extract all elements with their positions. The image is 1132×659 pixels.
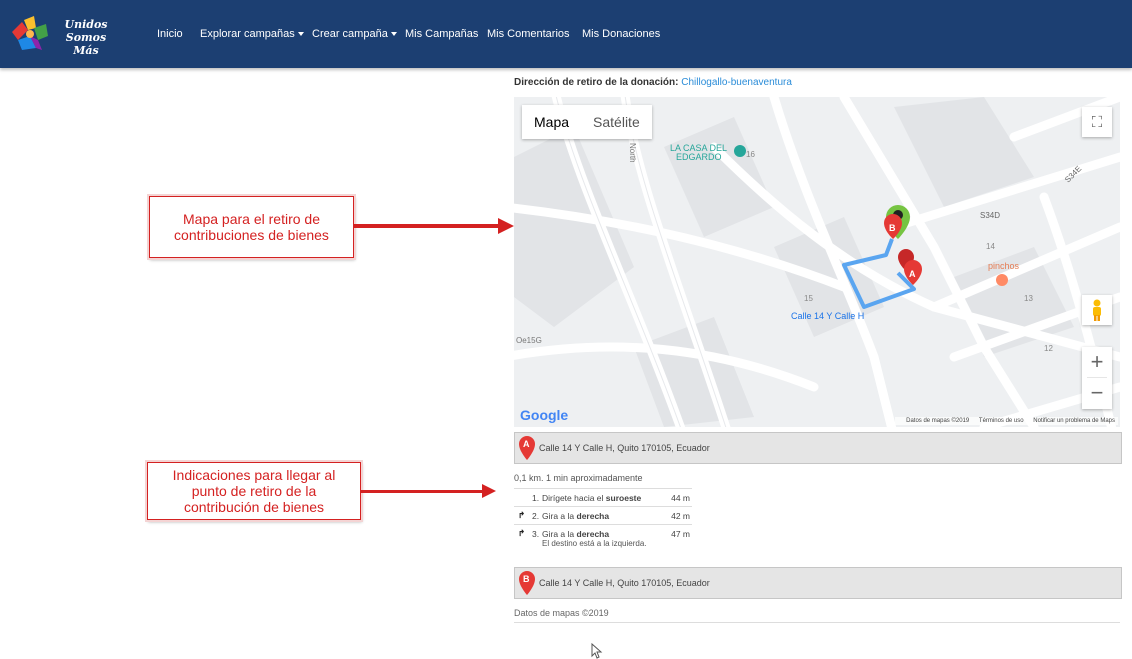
step-distance: 47 m (671, 529, 690, 539)
navbar: Unidos Somos Más Inicio Explorar campaña… (0, 0, 1132, 68)
step-distance: 44 m (671, 493, 690, 503)
nav-mis-campanas[interactable]: Mis Campañas (405, 28, 478, 40)
road-15-label: 15 (804, 294, 813, 303)
pickup-address-link[interactable]: Chillogallo-buenaventura (681, 77, 792, 88)
poi-food-icon (996, 274, 1008, 286)
poi-store-icon (734, 145, 746, 157)
nav-crear-campana[interactable]: Crear campaña (312, 28, 397, 40)
directions-annotation-callout: Indicaciones para llegar al punto de ret… (147, 462, 361, 520)
step-note: El destino está a la izquierda. (542, 539, 647, 548)
directions-destination[interactable]: B Calle 14 Y Calle H, Quito 170105, Ecua… (514, 567, 1122, 599)
brand-line-2: Somos Más (65, 31, 107, 57)
map-terms-link[interactable]: Términos de uso (979, 418, 1024, 424)
step-text-bold: suroeste (605, 493, 642, 503)
map-marker-b-letter: B (889, 223, 896, 233)
directions-origin[interactable]: A Calle 14 Y Calle H, Quito 170105, Ecua… (514, 432, 1122, 464)
pegman-figure-icon (1093, 299, 1101, 321)
directions-steps: 1. Dirígete hacia el suroeste 44 m ↱ 2. … (514, 488, 692, 551)
step-number: 3. (532, 529, 540, 539)
step-number: 1. (532, 493, 540, 503)
route-summary: 0,1 km. 1 min aproximadamente (514, 473, 643, 483)
map-canvas[interactable]: LA CASA DEL EDGARDO pinchos S34D S34E Ca… (514, 97, 1120, 427)
fullscreen-icon[interactable]: ⛶ (1082, 107, 1112, 137)
marker-a-icon: A (519, 436, 535, 460)
direction-step[interactable]: 1. Dirígete hacia el suroeste 44 m (514, 488, 692, 506)
destination-marker-letter: B (523, 574, 530, 584)
step-text-bold: derecha (576, 529, 610, 539)
nav-explorar-campanas[interactable]: Explorar campañas (200, 28, 304, 40)
map-annotation-arrow-shaft (354, 224, 500, 228)
road-13-label: 13 (1024, 294, 1033, 303)
road-14-label: 14 (986, 242, 995, 251)
hands-logo-icon (12, 16, 48, 50)
step-instruction: Dirígete hacia el suroeste (542, 493, 692, 503)
map-marker-a-letter: A (909, 269, 916, 279)
road-oe15g-label: Oe15G (516, 336, 542, 345)
step-text: Dirígete hacia el (542, 493, 606, 503)
pickup-address-row: Dirección de retiro de la donación: Chil… (514, 77, 792, 88)
directions-annotation-arrow-shaft (360, 490, 484, 493)
nav-mis-comentarios[interactable]: Mis Comentarios (487, 28, 570, 40)
zoom-in-button[interactable]: + (1082, 347, 1112, 377)
nav-label: Inicio (157, 28, 183, 40)
step-text: Gira a la (542, 511, 577, 521)
direction-step[interactable]: ↱ 3. Gira a la derecha El destino está a… (514, 524, 692, 551)
google-logo: Google (520, 407, 568, 423)
brand-line-1: Unidos (64, 18, 108, 31)
map-annotation-arrow-head (498, 218, 514, 234)
zoom-control: + − (1082, 347, 1112, 409)
road-s34d-label: S34D (980, 211, 1000, 220)
poi-label-2: EDGARDO (676, 152, 722, 162)
brand[interactable]: Unidos Somos Más (8, 12, 128, 57)
map-type-satelite-button[interactable]: Satélite (581, 105, 652, 139)
origin-marker-letter: A (523, 439, 530, 449)
caret-down-icon (390, 32, 397, 37)
map-route-label: Calle 14 Y Calle H (791, 311, 864, 321)
caret-down-icon (297, 32, 304, 37)
step-number: 2. (532, 511, 540, 521)
nav-mis-donaciones[interactable]: Mis Donaciones (582, 28, 660, 40)
zoom-out-button[interactable]: − (1082, 378, 1112, 408)
marker-b-icon: B (519, 571, 535, 595)
destination-address: Calle 14 Y Calle H, Quito 170105, Ecuado… (539, 578, 710, 588)
map-footer: Datos de mapas ©2019 Términos de uso Not… (895, 417, 1118, 425)
divider (514, 622, 1120, 623)
step-instruction: Gira a la derecha (542, 529, 692, 539)
directions-annotation-arrow-head (482, 484, 496, 498)
map-data-credit: Datos de mapas ©2019 (906, 418, 970, 424)
poi-pinchos-label: pinchos (988, 261, 1020, 271)
directions-copyright: Datos de mapas ©2019 (514, 608, 609, 618)
map-type-mapa-button[interactable]: Mapa (522, 105, 581, 139)
road-16-label: 16 (746, 150, 755, 159)
road-north-label: North (628, 143, 637, 163)
nav-label: Explorar campañas (200, 28, 295, 40)
directions-annotation-text: Indicaciones para llegar al punto de ret… (172, 467, 336, 515)
origin-address: Calle 14 Y Calle H, Quito 170105, Ecuado… (539, 443, 710, 453)
street-view-pegman-icon[interactable] (1082, 295, 1112, 325)
direction-step[interactable]: ↱ 2. Gira a la derecha 42 m (514, 506, 692, 524)
nav-label: Mis Comentarios (487, 28, 570, 40)
pickup-address-label: Dirección de retiro de la donación: (514, 77, 679, 88)
map-annotation-text: Mapa para el retiro de contribuciones de… (174, 211, 329, 243)
step-text-bold: derecha (576, 511, 610, 521)
brand-text: Unidos Somos Más (56, 18, 116, 57)
nav-inicio[interactable]: Inicio (157, 28, 183, 40)
step-instruction: Gira a la derecha (542, 511, 692, 521)
turn-right-icon: ↱ (518, 510, 526, 520)
map[interactable]: LA CASA DEL EDGARDO pinchos S34D S34E Ca… (514, 97, 1120, 427)
nav-label: Mis Campañas (405, 28, 479, 40)
nav-label: Crear campaña (312, 28, 388, 40)
map-report-link[interactable]: Notificar un problema de Maps (1033, 418, 1115, 424)
road-12-label: 12 (1044, 344, 1053, 353)
google-logo-text: Google (520, 407, 569, 423)
step-distance: 42 m (671, 511, 690, 521)
nav-label: Mis Donaciones (582, 28, 661, 40)
turn-right-icon: ↱ (518, 528, 526, 538)
map-type-control: Mapa Satélite (522, 105, 652, 139)
step-text: Gira a la (542, 529, 577, 539)
map-annotation-callout: Mapa para el retiro de contribuciones de… (149, 196, 354, 258)
